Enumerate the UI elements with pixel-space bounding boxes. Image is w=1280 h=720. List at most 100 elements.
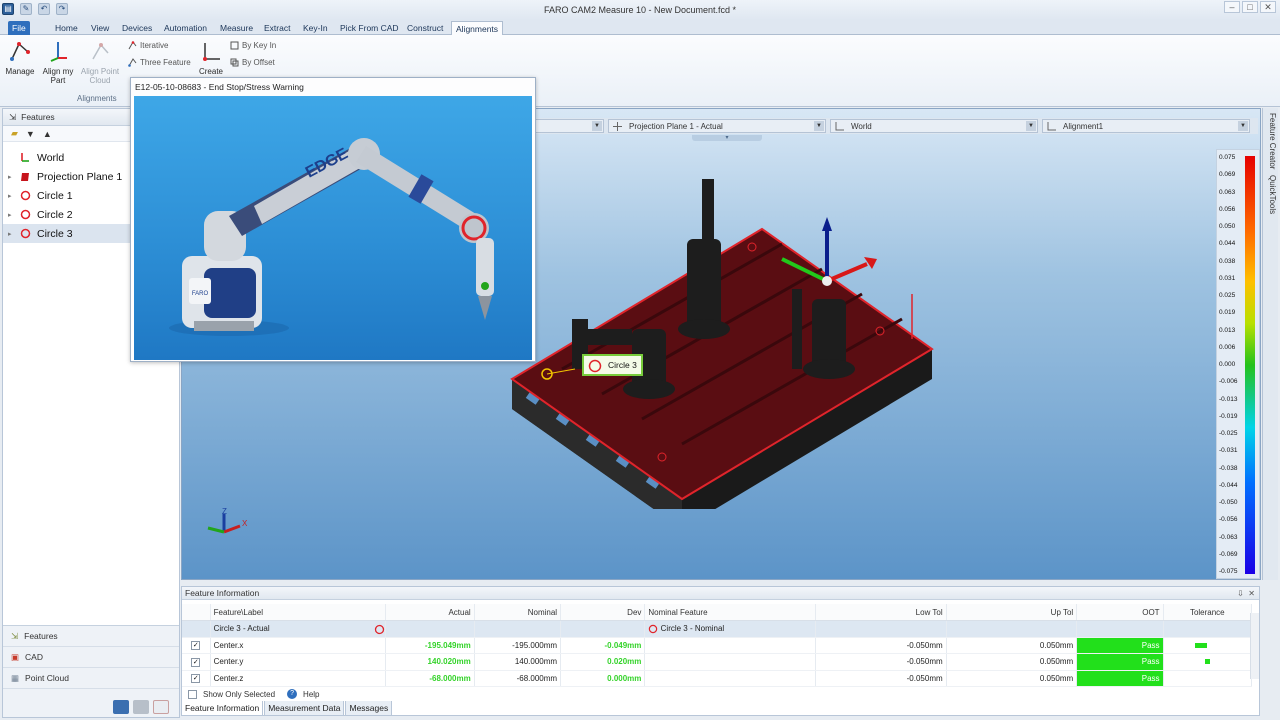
tab-home[interactable]: Home xyxy=(51,21,82,35)
iterative-button[interactable]: Iterative xyxy=(128,41,168,50)
nav-item-features[interactable]: ⇲ Features xyxy=(3,626,179,647)
create-label: Create xyxy=(198,67,223,76)
end-stop-warning-dialog[interactable]: E12-05-10-08683 - End Stop/Stress Warnin… xyxy=(130,77,536,362)
tab-file[interactable]: File xyxy=(8,21,30,35)
feature-callout[interactable]: Circle 3 xyxy=(582,354,643,376)
dropdown-arrow-icon[interactable]: ▼ xyxy=(1238,121,1248,131)
by-offset-button[interactable]: By Offset xyxy=(230,58,275,67)
feature-information-header: Feature Information ⇩ ✕ xyxy=(182,587,1259,600)
table-group-row[interactable]: Circle 3 - Actual Circle 3 - Nominal xyxy=(182,620,1253,638)
tab-measurement-data[interactable]: Measurement Data xyxy=(264,701,345,716)
tab-construct[interactable]: Construct xyxy=(403,21,447,35)
folder-icon[interactable]: ▰ xyxy=(11,128,18,139)
tab-key-in[interactable]: Key-In xyxy=(299,21,332,35)
triad-origin xyxy=(822,276,832,286)
column-header-up-tol[interactable]: Up Tol xyxy=(946,604,1078,621)
column-header-nominal[interactable]: Nominal xyxy=(474,604,562,621)
coordinate-system-value: World xyxy=(851,122,872,131)
color-scale-tick: 0.063 xyxy=(1219,188,1236,196)
color-scale-tick: -0.050 xyxy=(1219,499,1238,506)
table-row[interactable]: ✓ Center.z -68.000mm -68.000mm 0.000mm -… xyxy=(182,670,1253,687)
tab-automation[interactable]: Automation xyxy=(160,21,211,35)
nav-item-point-cloud[interactable]: ▦ Point Cloud xyxy=(3,668,179,689)
manage-label: Manage xyxy=(5,67,35,76)
column-header-oot[interactable]: OOT xyxy=(1076,604,1164,621)
row-dev: -0.049mm xyxy=(560,637,646,654)
model-view-icon[interactable] xyxy=(113,700,129,714)
expand-icon[interactable]: ▸ xyxy=(8,173,18,181)
table-row[interactable]: ✓ Center.x -195.049mm -195.000mm -0.049m… xyxy=(182,637,1253,654)
maximize-icon[interactable]: □ xyxy=(1242,1,1258,13)
color-scale-tick: -0.044 xyxy=(1219,481,1238,489)
expand-icon[interactable]: ▸ xyxy=(8,192,18,200)
align-my-part-button[interactable]: Align my Part xyxy=(39,40,77,85)
row-actual: -195.049mm xyxy=(385,637,475,654)
color-scale-tick: -0.056 xyxy=(1219,516,1238,524)
color-scale-tick: 0.075 xyxy=(1219,154,1236,161)
tab-alignments[interactable]: Alignments xyxy=(451,21,504,35)
minimize-icon[interactable]: – xyxy=(1224,1,1240,13)
column-header-actual[interactable]: Actual xyxy=(385,604,475,621)
pin-icon[interactable]: ⇲ xyxy=(9,109,16,126)
coordinate-system-combo[interactable]: World ▼ xyxy=(830,119,1038,133)
circle-feature-icon xyxy=(20,190,30,201)
dropdown-arrow-icon[interactable]: ▼ xyxy=(814,121,824,131)
pin-icon[interactable]: ⇩ xyxy=(1237,589,1244,598)
expand-up-icon[interactable]: ▲ xyxy=(43,129,52,139)
create-button[interactable]: Create xyxy=(196,40,226,76)
help-link[interactable]: Help xyxy=(303,690,319,699)
table-row[interactable]: ✓ Center.y 140.020mm 140.000mm 0.020mm -… xyxy=(182,653,1253,671)
row-nominal: -195.000mm xyxy=(474,637,562,654)
show-only-selected-checkbox[interactable] xyxy=(188,689,197,699)
show-only-selected-label: Show Only Selected xyxy=(203,689,276,699)
side-tab-feature-creator[interactable]: Feature Creator xyxy=(1265,110,1277,172)
color-scale-tick: 0.050 xyxy=(1219,223,1236,230)
tab-view[interactable]: View xyxy=(87,21,113,35)
color-scale-tick: -0.038 xyxy=(1219,464,1238,472)
align-point-cloud-label-1: Align Point xyxy=(80,67,120,76)
close-icon[interactable]: ✕ xyxy=(1248,589,1255,598)
triad-x-axis xyxy=(826,262,868,283)
feature-information-title: Feature Information xyxy=(185,588,260,598)
tab-feature-information[interactable]: Feature Information xyxy=(181,701,264,716)
tab-measure[interactable]: Measure xyxy=(216,21,257,35)
align-point-cloud-button[interactable]: Align Point Cloud xyxy=(80,40,120,85)
manage-button[interactable]: Manage xyxy=(4,40,36,76)
deviation-color-scale[interactable]: 0.075 0.069 0.063 0.056 0.050 0.044 0.038 0.031… xyxy=(1216,149,1260,579)
expand-icon[interactable]: ▸ xyxy=(8,230,18,238)
column-header-tolerance[interactable]: Tolerance xyxy=(1163,604,1253,621)
expand-icon[interactable]: ▸ xyxy=(8,211,18,219)
create-icon xyxy=(203,43,220,61)
tab-devices[interactable]: Devices xyxy=(118,21,156,35)
dropdown-arrow-icon[interactable]: ▼ xyxy=(1026,121,1036,131)
nav-item-cad[interactable]: ▣ CAD xyxy=(3,647,179,668)
row-checkbox[interactable]: ✓ xyxy=(191,657,201,667)
dropdown-arrow-icon[interactable]: ▼ xyxy=(592,121,602,131)
cloud-view-icon[interactable] xyxy=(133,700,149,714)
color-scale-tick: -0.013 xyxy=(1219,395,1238,403)
column-header-label[interactable]: Feature\Label xyxy=(210,604,387,621)
collapse-down-icon[interactable]: ▼ xyxy=(26,129,35,139)
viewport-combo-hidden[interactable]: ▼ xyxy=(532,119,604,133)
color-scale-tick: -0.006 xyxy=(1219,378,1238,386)
help-icon[interactable]: ? xyxy=(287,689,298,699)
column-header-dev[interactable]: Dev xyxy=(560,604,646,621)
table-scrollbar[interactable] xyxy=(1250,613,1259,679)
alignment-combo[interactable]: Alignment1 ▼ xyxy=(1042,119,1250,133)
column-header-low-tol[interactable]: Low Tol xyxy=(815,604,947,621)
color-scale-tick: 0.056 xyxy=(1219,205,1236,213)
toolbar-collapse-handle[interactable]: ▾ xyxy=(692,135,762,141)
close-icon[interactable]: ✕ xyxy=(1260,1,1276,13)
projection-plane-combo[interactable]: Projection Plane 1 - Actual ▼ xyxy=(608,119,826,133)
three-feature-button[interactable]: Three Feature xyxy=(128,58,191,67)
cad-model[interactable] xyxy=(482,169,962,509)
by-key-in-button[interactable]: By Key In xyxy=(230,41,276,50)
tab-pick-from-cad[interactable]: Pick From CAD xyxy=(336,21,403,35)
row-checkbox[interactable]: ✓ xyxy=(191,641,201,651)
tab-extract[interactable]: Extract xyxy=(260,21,294,35)
tab-messages[interactable]: Messages xyxy=(345,701,393,716)
row-checkbox[interactable]: ✓ xyxy=(191,674,201,684)
column-header-nominal-feature[interactable]: Nominal Feature xyxy=(644,604,817,621)
curve-view-icon[interactable] xyxy=(153,700,169,714)
side-tab-quicktools[interactable]: QuickTools xyxy=(1265,174,1277,216)
